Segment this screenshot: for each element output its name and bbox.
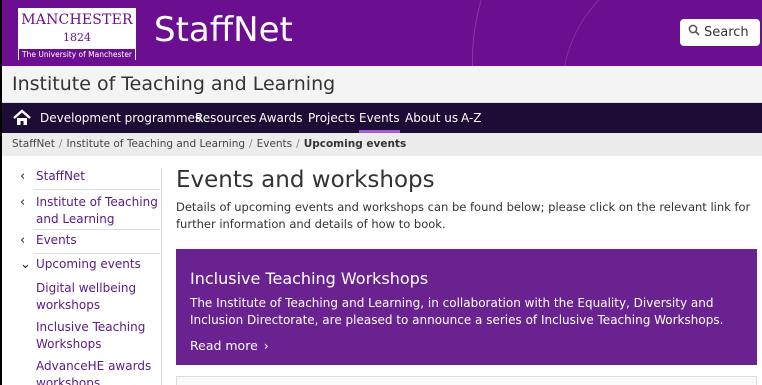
sidebar-divider xyxy=(34,229,160,230)
chevron-right-icon: › xyxy=(263,338,269,353)
sidebar-divider xyxy=(34,253,160,254)
promo-body: The Institute of Teaching and Learning, … xyxy=(190,296,724,327)
search-icon xyxy=(688,19,700,46)
next-card xyxy=(176,376,757,385)
search-label: Search xyxy=(704,25,749,40)
sidebar-item-label: Inclusive Teaching Workshops xyxy=(36,320,146,351)
chevron-left-icon: ‹ xyxy=(20,195,26,210)
breadcrumb-item-institute[interactable]: Institute of Teaching and Learning xyxy=(66,138,245,150)
breadcrumb: StaffNet / Institute of Teaching and Learn… xyxy=(2,133,762,156)
read-more-link[interactable]: Read more › xyxy=(190,337,269,354)
site-title[interactable]: StaffNet xyxy=(154,8,293,52)
university-logo[interactable]: MANCHESTER 1824 The University of Manche… xyxy=(18,8,136,61)
chevron-left-icon: ‹ xyxy=(20,233,26,248)
logo-university: The University of Manchester xyxy=(19,49,135,61)
nav-item-a-z[interactable]: A-Z xyxy=(461,103,482,133)
sidebar-item-label: Institute of Teaching and Learning xyxy=(36,195,158,226)
breadcrumb-separator: / xyxy=(249,138,253,150)
logo-name: MANCHESTER xyxy=(21,12,133,28)
promo-card[interactable]: Inclusive Teaching Workshops The Institu… xyxy=(176,249,757,365)
chevron-left-icon: ‹ xyxy=(20,169,26,184)
chevron-down-icon: ⌄ xyxy=(20,257,31,272)
page-intro: Details of upcoming events and workshops… xyxy=(176,200,751,231)
page-title: Events and workshops xyxy=(176,167,435,193)
page: MANCHESTER 1824 The University of Manche… xyxy=(0,0,762,385)
section-header: Institute of Teaching and Learning xyxy=(2,66,762,103)
sidebar-item-label: StaffNet xyxy=(36,169,86,183)
breadcrumb-current: Upcoming events xyxy=(303,138,407,150)
nav-item-events[interactable]: Events xyxy=(359,103,400,133)
breadcrumb-item-staffnet[interactable]: StaffNet xyxy=(12,138,55,150)
read-more-label: Read more xyxy=(190,338,258,353)
sidebar-divider xyxy=(34,189,160,190)
main-nav: Development programmes Resources Awards … xyxy=(2,103,762,133)
sidebar-item-label: Digital wellbeing workshops xyxy=(36,281,137,312)
sidebar-item-label: Upcoming events xyxy=(36,257,141,271)
site-header: MANCHESTER 1824 The University of Manche… xyxy=(2,0,762,66)
sidebar-item-label: AdvanceHE awards workshops xyxy=(36,359,152,385)
nav-item-projects[interactable]: Projects xyxy=(308,103,355,133)
section-title[interactable]: Institute of Teaching and Learning xyxy=(12,72,335,96)
nav-item-resources[interactable]: Resources xyxy=(195,103,256,133)
search-button[interactable]: Search xyxy=(680,19,760,46)
breadcrumb-separator: / xyxy=(296,138,300,150)
nav-item-awards[interactable]: Awards xyxy=(259,103,302,133)
nav-item-development-programmes[interactable]: Development programmes xyxy=(40,103,201,133)
logo-crest: MANCHESTER 1824 xyxy=(19,9,135,49)
breadcrumb-item-events[interactable]: Events xyxy=(257,138,293,150)
logo-year: 1824 xyxy=(63,31,91,44)
sidebar-item-label: Events xyxy=(36,233,77,247)
breadcrumb-separator: / xyxy=(58,138,63,150)
sidebar-nav: ‹ StaffNet ‹ Institute of Teaching and L… xyxy=(20,168,162,385)
nav-item-about-us[interactable]: About us xyxy=(405,103,458,133)
promo-title: Inclusive Teaching Workshops xyxy=(190,269,429,288)
home-icon[interactable] xyxy=(12,109,32,127)
